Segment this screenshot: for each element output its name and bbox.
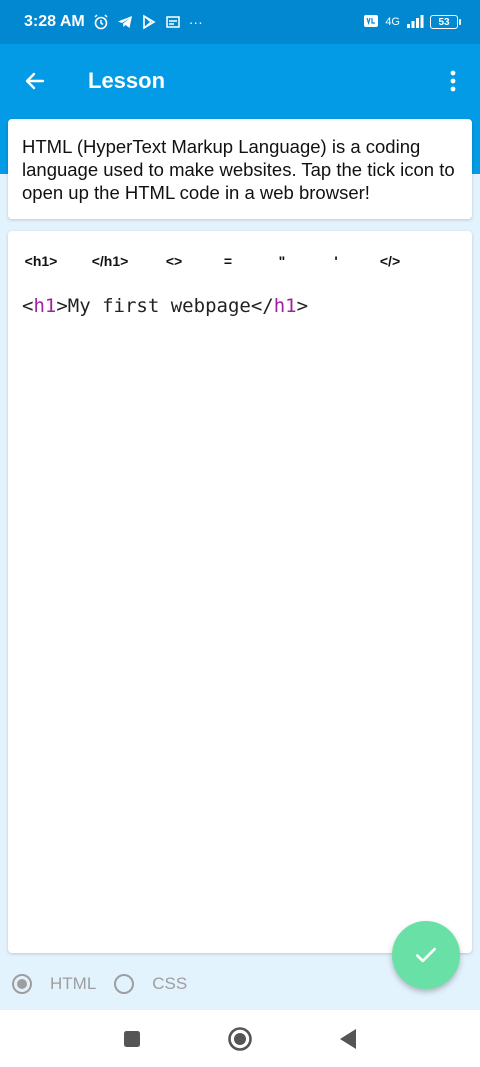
play-store-icon (141, 14, 157, 30)
code-input[interactable]: <h1>My first webpage</h1> (22, 295, 458, 317)
radio-button-unselected[interactable] (114, 974, 135, 994)
battery-icon: 53 (430, 15, 461, 29)
symbol-button-close-tag[interactable]: </> (370, 247, 410, 275)
square-icon (124, 1030, 140, 1047)
radio-css[interactable]: CSS (114, 974, 187, 994)
arrow-back-icon (25, 72, 45, 90)
network-type-label: 4G (385, 16, 400, 28)
radio-label-css: CSS (152, 974, 188, 993)
home-button[interactable] (186, 1010, 294, 1067)
symbol-button-h1-close[interactable]: </h1> (82, 247, 138, 275)
triangle-back-icon (340, 1028, 356, 1049)
symbol-button-angle-brackets[interactable]: <> (156, 247, 192, 275)
volte-icon (363, 14, 379, 31)
code-text: My first webpage (67, 295, 251, 317)
recents-button[interactable] (78, 1010, 186, 1067)
symbol-toolbar: <h1> </h1> <> = " ' </> (8, 247, 472, 275)
check-icon (416, 947, 436, 963)
back-nav-button[interactable] (294, 1010, 402, 1067)
news-icon (165, 14, 181, 30)
lesson-description: HTML (HyperText Markup Language) is a co… (22, 136, 455, 203)
circle-icon (228, 1026, 252, 1051)
symbol-button-double-quote[interactable]: " (266, 247, 298, 275)
status-bar: 3:28 AM ··· 4G 53 (0, 0, 480, 44)
signal-icon (406, 14, 424, 31)
code-tag-open: h1 (33, 295, 57, 317)
app-bar: Lesson (0, 44, 480, 118)
lesson-description-card: HTML (HyperText Markup Language) is a co… (8, 119, 472, 219)
back-button[interactable] (0, 44, 70, 118)
system-navigation-bar (0, 1010, 480, 1067)
alarm-icon (93, 14, 109, 30)
run-code-button[interactable] (392, 921, 460, 989)
symbol-button-single-quote[interactable]: ' (320, 247, 352, 275)
code-tag-close: h1 (273, 295, 297, 317)
radio-label-html: HTML (50, 974, 97, 993)
symbol-button-h1-open[interactable]: <h1> (16, 247, 66, 275)
more-vert-icon (450, 70, 456, 92)
more-notifications-icon: ··· (188, 14, 203, 30)
overflow-menu-button[interactable] (426, 44, 480, 118)
status-time: 3:28 AM (24, 13, 85, 30)
radio-html[interactable]: HTML (12, 974, 96, 994)
code-editor-card: <h1> </h1> <> = " ' </> <h1>My first web… (8, 231, 472, 953)
lesson-screen: 3:28 AM ··· 4G 53 Lesson HTML (HyperText… (0, 0, 480, 1067)
page-title: Lesson (88, 68, 166, 93)
telegram-icon (117, 14, 133, 30)
symbol-button-equals[interactable]: = (212, 247, 244, 275)
radio-button-selected[interactable] (12, 974, 32, 994)
